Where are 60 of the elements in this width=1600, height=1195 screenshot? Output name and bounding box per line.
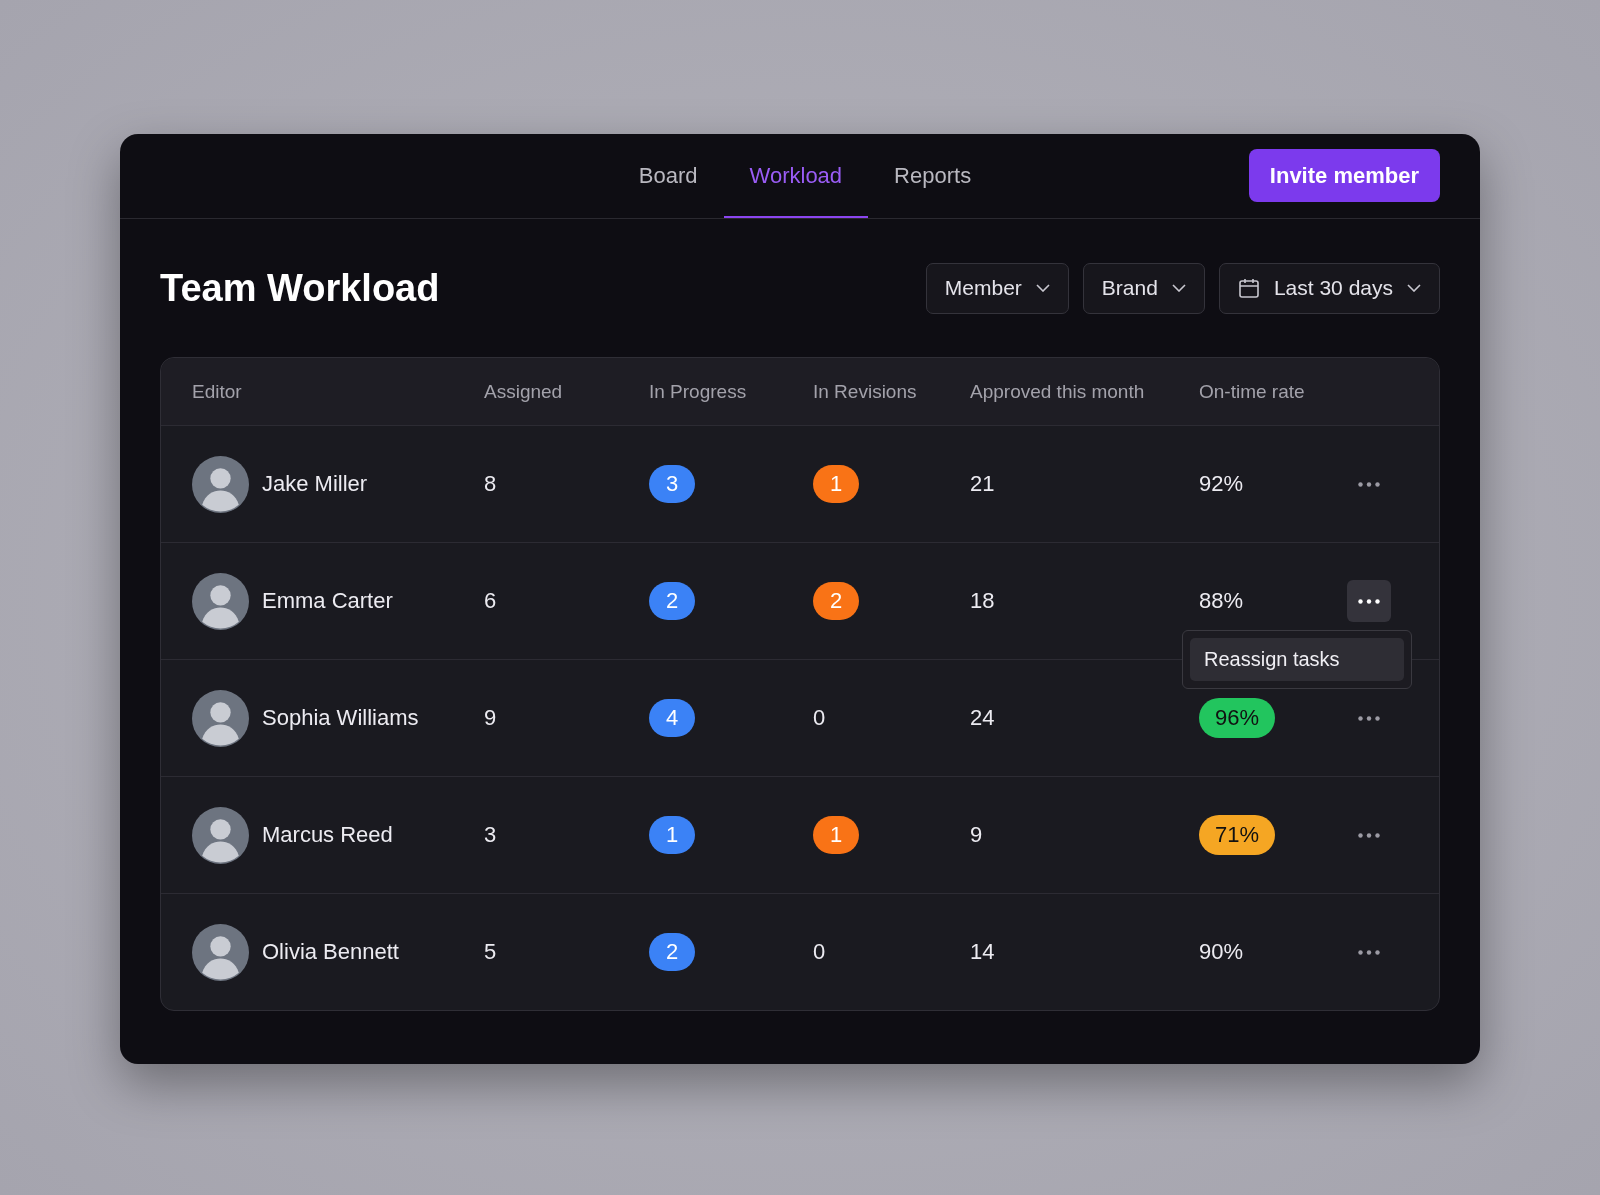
in-progress-count: 1 (649, 816, 695, 854)
on-time-rate: 96% (1199, 698, 1276, 738)
more-options-button[interactable] (1347, 580, 1391, 622)
avatar-icon (192, 572, 249, 630)
more-icon (1358, 949, 1380, 955)
chevron-down-icon (1171, 284, 1186, 292)
table-cell-text: 3 (484, 822, 498, 848)
editor-name: Sophia Williams (262, 705, 419, 731)
editor-name: Emma Carter (262, 588, 393, 614)
in-revisions-count: 1 (813, 465, 859, 503)
filter-dropdown[interactable]: Member (925, 262, 1069, 314)
column-header: In Progress (649, 380, 748, 403)
chevron-down-icon (1035, 284, 1050, 292)
table-cell-text: 9 (484, 705, 498, 731)
on-time-rate: 90% (1199, 939, 1244, 965)
table-cell-text: 6 (484, 588, 498, 614)
column-header: In Revisions (813, 380, 918, 403)
column-header: On-time rate (1199, 380, 1306, 403)
table-cell-text: 8 (484, 471, 498, 497)
invite-member-button[interactable]: Invite member (1248, 149, 1440, 202)
editor-name: Olivia Bennett (262, 939, 399, 965)
chevron-down-icon (1407, 284, 1421, 292)
filter-dropdown[interactable]: Brand (1082, 262, 1205, 314)
more-icon (1358, 598, 1380, 604)
in-progress-count: 2 (649, 582, 695, 620)
table-cell-text: 21 (970, 471, 996, 497)
avatar-icon (192, 689, 249, 747)
column-header: Approved this month (970, 380, 1146, 403)
avatar-icon (192, 923, 249, 981)
calendar-icon (1237, 277, 1260, 299)
avatar-icon (192, 455, 249, 513)
page-title: Team Workload (160, 266, 440, 310)
more-icon (1358, 481, 1380, 487)
in-revisions-count: 2 (813, 582, 859, 620)
in-revisions-count: 0 (813, 939, 826, 965)
column-header: Editor (192, 380, 243, 403)
column-header: Assigned (484, 380, 564, 403)
table-cell-text: 5 (484, 939, 498, 965)
in-progress-count: 4 (649, 699, 695, 737)
in-progress-count: 3 (649, 465, 695, 503)
on-time-rate: 71% (1199, 815, 1276, 855)
menu-item[interactable]: Reassign tasks (1190, 638, 1404, 681)
nav-tab[interactable]: Board (612, 136, 724, 218)
nav-tab[interactable]: Workload (723, 136, 869, 218)
editor-name: Jake Miller (262, 471, 368, 497)
avatar-icon (192, 806, 249, 864)
in-revisions-count: 0 (813, 705, 826, 731)
in-progress-count: 2 (649, 933, 695, 971)
more-icon (1358, 715, 1380, 721)
on-time-rate: 92% (1199, 471, 1244, 497)
nav-tab[interactable]: Reports (868, 136, 998, 218)
table-cell-text: 18 (970, 588, 996, 614)
filter-dropdown[interactable]: Last 30 days (1218, 262, 1440, 314)
on-time-rate: 88% (1199, 588, 1244, 614)
table-cell-text: 14 (970, 939, 996, 965)
editor-name: Marcus Reed (262, 822, 393, 848)
in-revisions-count: 1 (813, 816, 859, 854)
table-cell-text: 9 (970, 822, 984, 848)
table-cell-text: 24 (970, 705, 996, 731)
more-icon (1358, 832, 1380, 838)
